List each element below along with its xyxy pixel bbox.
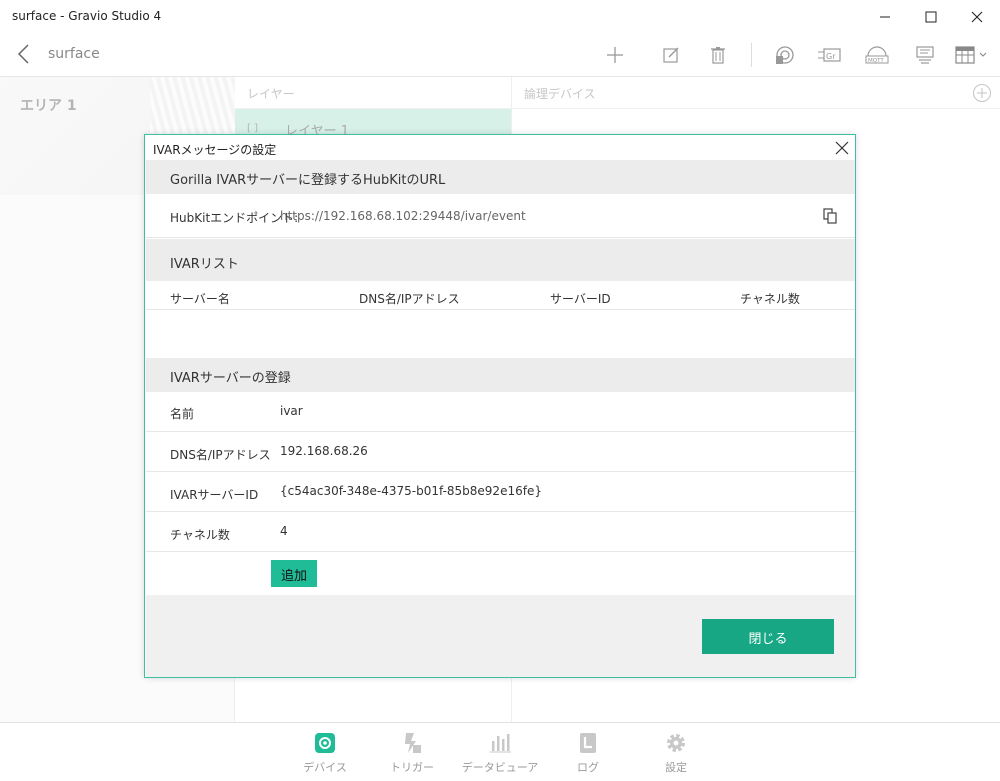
gr-icon-label: Gr — [826, 52, 836, 61]
column-server-id: サーバーID — [550, 292, 611, 306]
nav-settings-label: 設定 — [665, 761, 687, 774]
field-row-channels: チャネル数 4 — [146, 512, 855, 552]
list-toolbar-button[interactable] — [912, 42, 938, 68]
add-toolbar-button[interactable] — [602, 42, 628, 68]
close-icon — [835, 141, 849, 155]
gr-toolbar-button[interactable]: Gr — [817, 42, 843, 68]
minimize-icon — [880, 16, 890, 17]
edit-icon — [663, 47, 679, 63]
column-dns: DNS名/IPアドレス — [359, 292, 460, 306]
hubkit-endpoint-row: HubKitエンドポイント: https://192.168.68.102:29… — [146, 194, 855, 238]
nav-log[interactable]: ログ — [548, 729, 628, 779]
window-close-button[interactable] — [954, 0, 1000, 33]
register-section-header: IVARサーバーの登録 — [146, 358, 855, 392]
nav-devices[interactable]: デバイス — [285, 729, 365, 779]
breadcrumb: surface — [48, 46, 100, 62]
gr-icon: Gr — [818, 48, 841, 62]
chart-icon — [490, 734, 511, 753]
dialog-footer: 閉じる — [146, 595, 855, 677]
window-title: surface - Gravio Studio 4 — [12, 9, 162, 23]
field-label-server-id: IVARサーバーID — [170, 488, 259, 502]
dialog-title: IVARメッセージの設定 — [153, 143, 277, 157]
nav-devices-label: デバイス — [303, 761, 347, 774]
minimize-button[interactable] — [862, 0, 908, 33]
copy-endpoint-button[interactable] — [823, 208, 837, 224]
nav-dataviewer[interactable]: データビューア — [460, 729, 540, 779]
delete-icon — [711, 47, 725, 64]
camera-toolbar-button[interactable] — [771, 42, 797, 68]
log-icon — [580, 733, 596, 753]
chevron-left-icon — [17, 44, 29, 64]
gear-icon — [667, 734, 685, 752]
mqtt-icon: MQTT — [865, 46, 889, 64]
field-label-channels: チャネル数 — [170, 528, 230, 542]
field-row-dns: DNS名/IPアドレス 192.168.68.26 — [146, 432, 855, 472]
column-server-name: サーバー名 — [170, 292, 230, 306]
dns-input[interactable]: 192.168.68.26 — [280, 444, 368, 458]
back-button[interactable] — [12, 42, 36, 66]
nav-log-label: ログ — [577, 761, 599, 774]
edit-toolbar-button[interactable] — [658, 42, 684, 68]
hubkit-section-header: Gorilla IVARサーバーに登録するHubKitのURL — [146, 160, 855, 194]
view-toolbar-button[interactable] — [953, 42, 993, 68]
mqtt-toolbar-button[interactable]: MQTT — [864, 42, 890, 68]
field-row-name: 名前 ivar — [146, 392, 855, 432]
maximize-button[interactable] — [908, 0, 954, 33]
list-icon — [916, 46, 934, 64]
name-input[interactable]: ivar — [280, 404, 303, 418]
field-label-dns: DNS名/IPアドレス — [170, 448, 271, 462]
toolbar-divider — [751, 43, 752, 67]
endpoint-value: https://192.168.68.102:29448/ivar/event — [280, 209, 526, 223]
camera-icon — [776, 46, 794, 64]
app-header: surface Gr MQTT — [0, 33, 1000, 77]
bottom-navigation: デバイス トリガー データビューア ログ 設定 — [0, 722, 1000, 781]
ivar-list-empty-area — [146, 310, 855, 358]
add-button[interactable]: 追加 — [271, 560, 317, 587]
ivar-settings-dialog: IVARメッセージの設定 Gorilla IVARサーバーに登録するHubKit… — [144, 134, 856, 678]
server-id-input[interactable]: {c54ac30f-348e-4375-b01f-85b8e92e16fe} — [280, 484, 542, 498]
nav-settings[interactable]: 設定 — [636, 729, 716, 779]
field-row-server-id: IVARサーバーID {c54ac30f-348e-4375-b01f-85b8… — [146, 472, 855, 512]
nav-dataviewer-label: データビューア — [461, 761, 539, 774]
ivar-list-header-row: サーバー名 DNS名/IPアドレス サーバーID チャネル数 — [146, 281, 855, 310]
delete-toolbar-button[interactable] — [705, 42, 731, 68]
field-label-name: 名前 — [170, 407, 195, 421]
mqtt-icon-label: MQTT — [868, 58, 884, 64]
close-button[interactable]: 閉じる — [702, 619, 834, 654]
add-icon — [607, 47, 623, 63]
endpoint-label: HubKitエンドポイント: — [170, 211, 299, 225]
column-channels: チャネル数 — [740, 292, 800, 306]
maximize-icon — [925, 11, 937, 22]
nav-triggers[interactable]: トリガー — [372, 729, 452, 779]
copy-icon — [823, 208, 837, 224]
window-titlebar: surface - Gravio Studio 4 — [0, 0, 1000, 33]
close-icon — [971, 11, 983, 22]
ivar-list-section-header: IVARリスト — [146, 239, 855, 281]
devices-icon — [315, 733, 335, 753]
channels-input[interactable]: 4 — [280, 524, 288, 538]
trigger-icon — [405, 733, 421, 753]
view-icon — [955, 46, 987, 64]
dialog-close-button[interactable] — [835, 141, 849, 155]
nav-triggers-label: トリガー — [390, 761, 434, 774]
